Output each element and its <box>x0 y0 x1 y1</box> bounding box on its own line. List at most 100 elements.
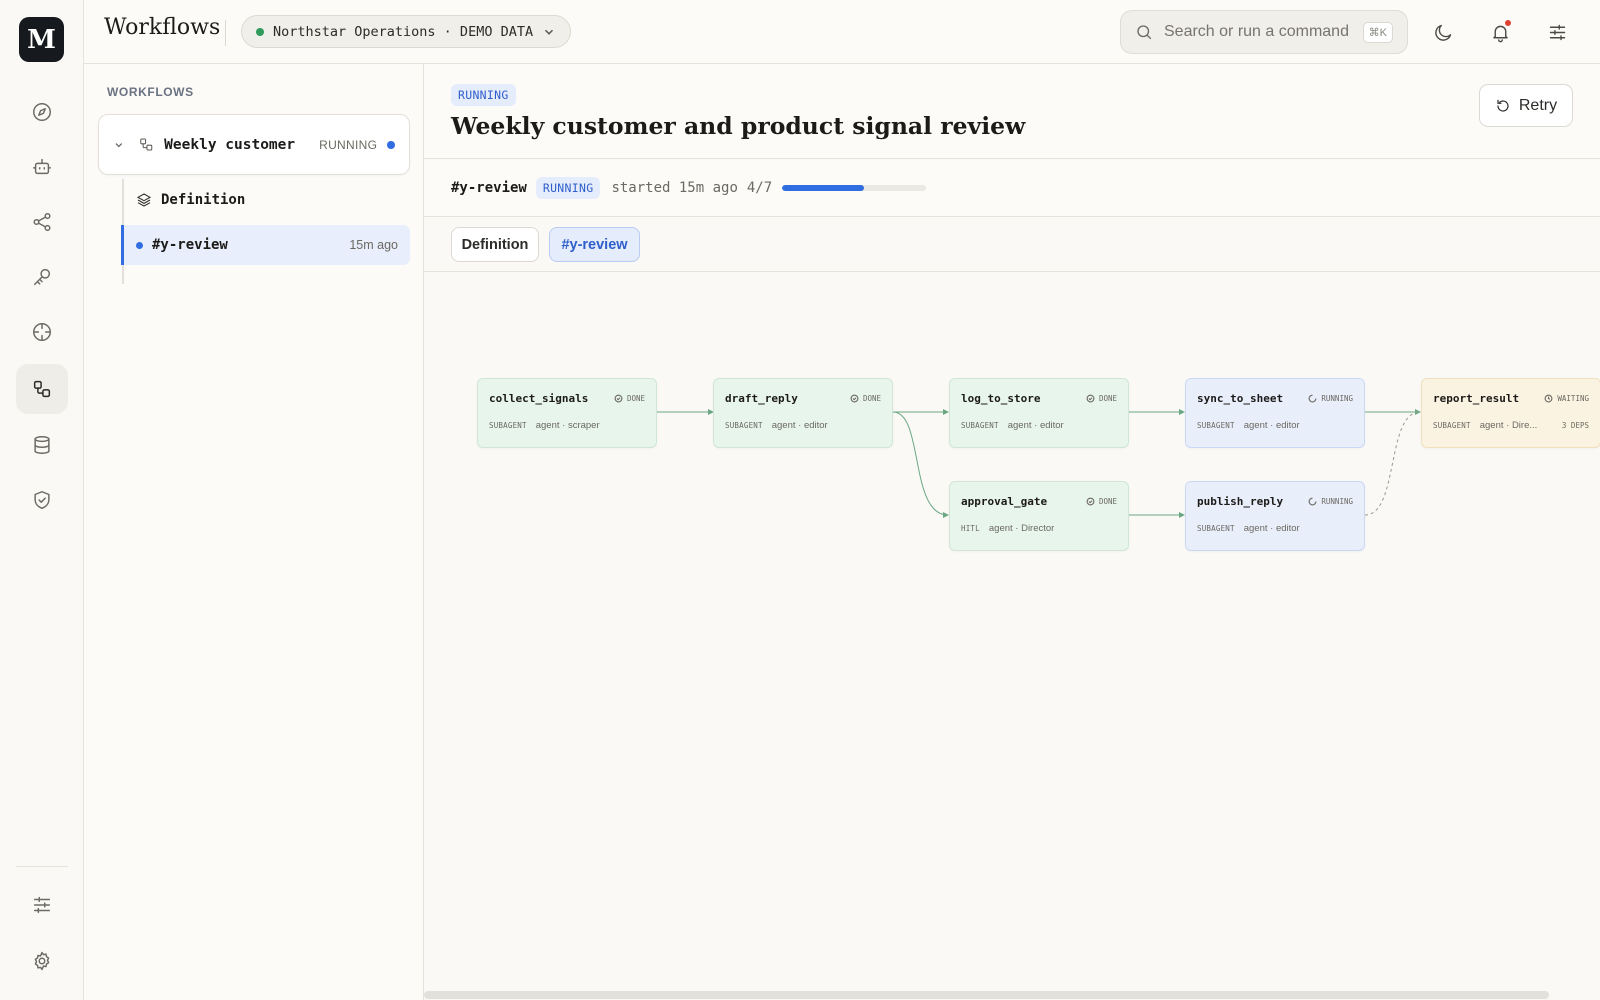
app-title: Workflows <box>104 15 221 40</box>
run-progress-bar <box>782 185 927 191</box>
workflows-nav-button[interactable] <box>16 364 68 414</box>
compass-icon <box>33 103 51 121</box>
top-bar: Workflows Northstar Operations · DEMO DA… <box>84 0 1600 64</box>
org-selector[interactable]: Northstar Operations · DEMO DATA <box>241 15 572 48</box>
share-icon <box>33 213 51 231</box>
data-nav-button[interactable] <box>16 420 68 470</box>
workflow-status: RUNNING <box>319 137 378 152</box>
view-tabs: Definition #y-review <box>424 218 1600 272</box>
node-status: WAITING <box>1544 394 1589 403</box>
check-circle-icon <box>614 394 623 403</box>
spinner-icon <box>1308 497 1317 506</box>
connections-nav-button[interactable] <box>16 197 68 247</box>
run-started: started 15m ago <box>611 180 738 196</box>
key-icon <box>33 268 51 286</box>
monitoring-nav-button[interactable] <box>16 307 68 357</box>
node-name: draft_reply <box>725 392 798 405</box>
node-name: sync_to_sheet <box>1197 392 1284 405</box>
gear-icon <box>34 951 50 971</box>
node-name: publish_reply <box>1197 495 1284 508</box>
chevron-down-icon[interactable] <box>113 139 125 151</box>
run-status-badge: RUNNING <box>535 177 601 199</box>
node-status-label: DONE <box>1098 394 1117 403</box>
bot-icon <box>33 158 51 175</box>
node-agent: agent · scraper <box>535 420 600 431</box>
horizontal-scrollbar[interactable] <box>424 991 1549 999</box>
database-icon <box>34 436 50 454</box>
run-id: #y-review <box>451 180 527 196</box>
node-status-label: WAITING <box>1557 394 1589 403</box>
node-status: DONE <box>850 394 881 403</box>
theme-toggle-button[interactable] <box>1427 16 1459 48</box>
search-shortcut: ⌘K <box>1362 21 1393 43</box>
retry-button[interactable]: Retry <box>1479 84 1573 127</box>
node-agent: agent · Director <box>988 523 1055 534</box>
run-name: #y-review <box>152 237 228 253</box>
node-status: RUNNING <box>1308 394 1353 403</box>
workflow-canvas[interactable]: collect_signals DONE SUBAGENT agent · sc… <box>424 273 1600 1000</box>
explore-nav-button[interactable] <box>16 87 68 137</box>
run-time: 15m ago <box>349 238 398 252</box>
crosshair-icon <box>33 323 51 341</box>
node-log-to-store[interactable]: log_to_store DONE SUBAGENT agent · edito… <box>949 378 1129 448</box>
check-circle-icon <box>1086 394 1095 403</box>
retry-icon <box>1497 99 1509 112</box>
node-report-result[interactable]: report_result WAITING SUBAGENT agent · D… <box>1421 378 1600 448</box>
main-panel: RUNNING Weekly customer and product sign… <box>424 64 1600 1000</box>
node-kind: HITL <box>961 524 980 533</box>
spinner-icon <box>1308 394 1317 403</box>
chevron-down-icon <box>545 29 554 35</box>
preferences-nav-button[interactable] <box>16 880 68 930</box>
node-status-label: DONE <box>1098 497 1117 506</box>
rail-divider <box>16 866 68 867</box>
node-collect-signals[interactable]: collect_signals DONE SUBAGENT agent · sc… <box>477 378 657 448</box>
workflow-icon <box>33 380 51 398</box>
sliders-icon <box>1549 24 1565 40</box>
node-deps: 3 DEPS <box>1561 421 1589 430</box>
tab-run[interactable]: #y-review <box>549 227 640 262</box>
notification-dot <box>1504 19 1512 27</box>
node-status: RUNNING <box>1308 497 1353 506</box>
run-status-dot <box>136 241 143 249</box>
node-name: collect_signals <box>489 392 589 405</box>
node-draft-reply[interactable]: draft_reply DONE SUBAGENT agent · editor <box>713 378 893 448</box>
run-item[interactable]: #y-review 15m ago <box>121 225 410 265</box>
security-nav-button[interactable] <box>16 475 68 525</box>
settings-nav-button[interactable] <box>16 936 68 986</box>
edge-publish-report <box>1364 411 1421 516</box>
node-status-label: RUNNING <box>1321 394 1353 403</box>
shield-icon <box>34 491 50 509</box>
edge-draft-approval <box>892 411 949 518</box>
workflow-item[interactable]: Weekly customer … RUNNING <box>98 114 410 175</box>
tab-definition[interactable]: Definition <box>451 227 539 262</box>
workflow-status-dot <box>387 140 395 149</box>
display-settings-button[interactable] <box>1541 16 1573 48</box>
run-progress-fill <box>782 185 865 191</box>
node-publish-reply[interactable]: publish_reply RUNNING SUBAGENT agent · e… <box>1185 481 1365 551</box>
definition-item[interactable]: Definition <box>122 181 410 219</box>
node-kind: SUBAGENT <box>1433 421 1471 430</box>
org-label: Northstar Operations · DEMO DATA <box>273 23 534 40</box>
notifications-button[interactable] <box>1484 16 1516 48</box>
sliders-icon <box>33 896 51 914</box>
node-agent: agent · Dire... <box>1479 420 1538 431</box>
org-status-dot <box>256 27 264 36</box>
agents-nav-button[interactable] <box>16 142 68 192</box>
title-divider <box>225 20 226 46</box>
sidebar-heading: WORKFLOWS <box>107 85 194 99</box>
page-title: Weekly customer and product signal revie… <box>451 112 1026 140</box>
node-kind: SUBAGENT <box>1197 524 1235 533</box>
node-kind: SUBAGENT <box>725 421 763 430</box>
node-kind: SUBAGENT <box>1197 421 1235 430</box>
node-agent: agent · editor <box>1243 420 1300 431</box>
node-approval-gate[interactable]: approval_gate DONE HITL agent · Director <box>949 481 1129 551</box>
definition-label: Definition <box>161 192 246 208</box>
search-input[interactable]: Search or run a command ⌘K <box>1120 10 1408 54</box>
node-sync-to-sheet[interactable]: sync_to_sheet RUNNING SUBAGENT agent · e… <box>1185 378 1365 448</box>
app-logo[interactable]: M <box>19 17 64 62</box>
keys-nav-button[interactable] <box>16 252 68 302</box>
search-placeholder: Search or run a command <box>1164 23 1349 40</box>
node-name: log_to_store <box>961 392 1041 405</box>
node-status: DONE <box>1086 394 1117 403</box>
node-status-label: DONE <box>862 394 881 403</box>
